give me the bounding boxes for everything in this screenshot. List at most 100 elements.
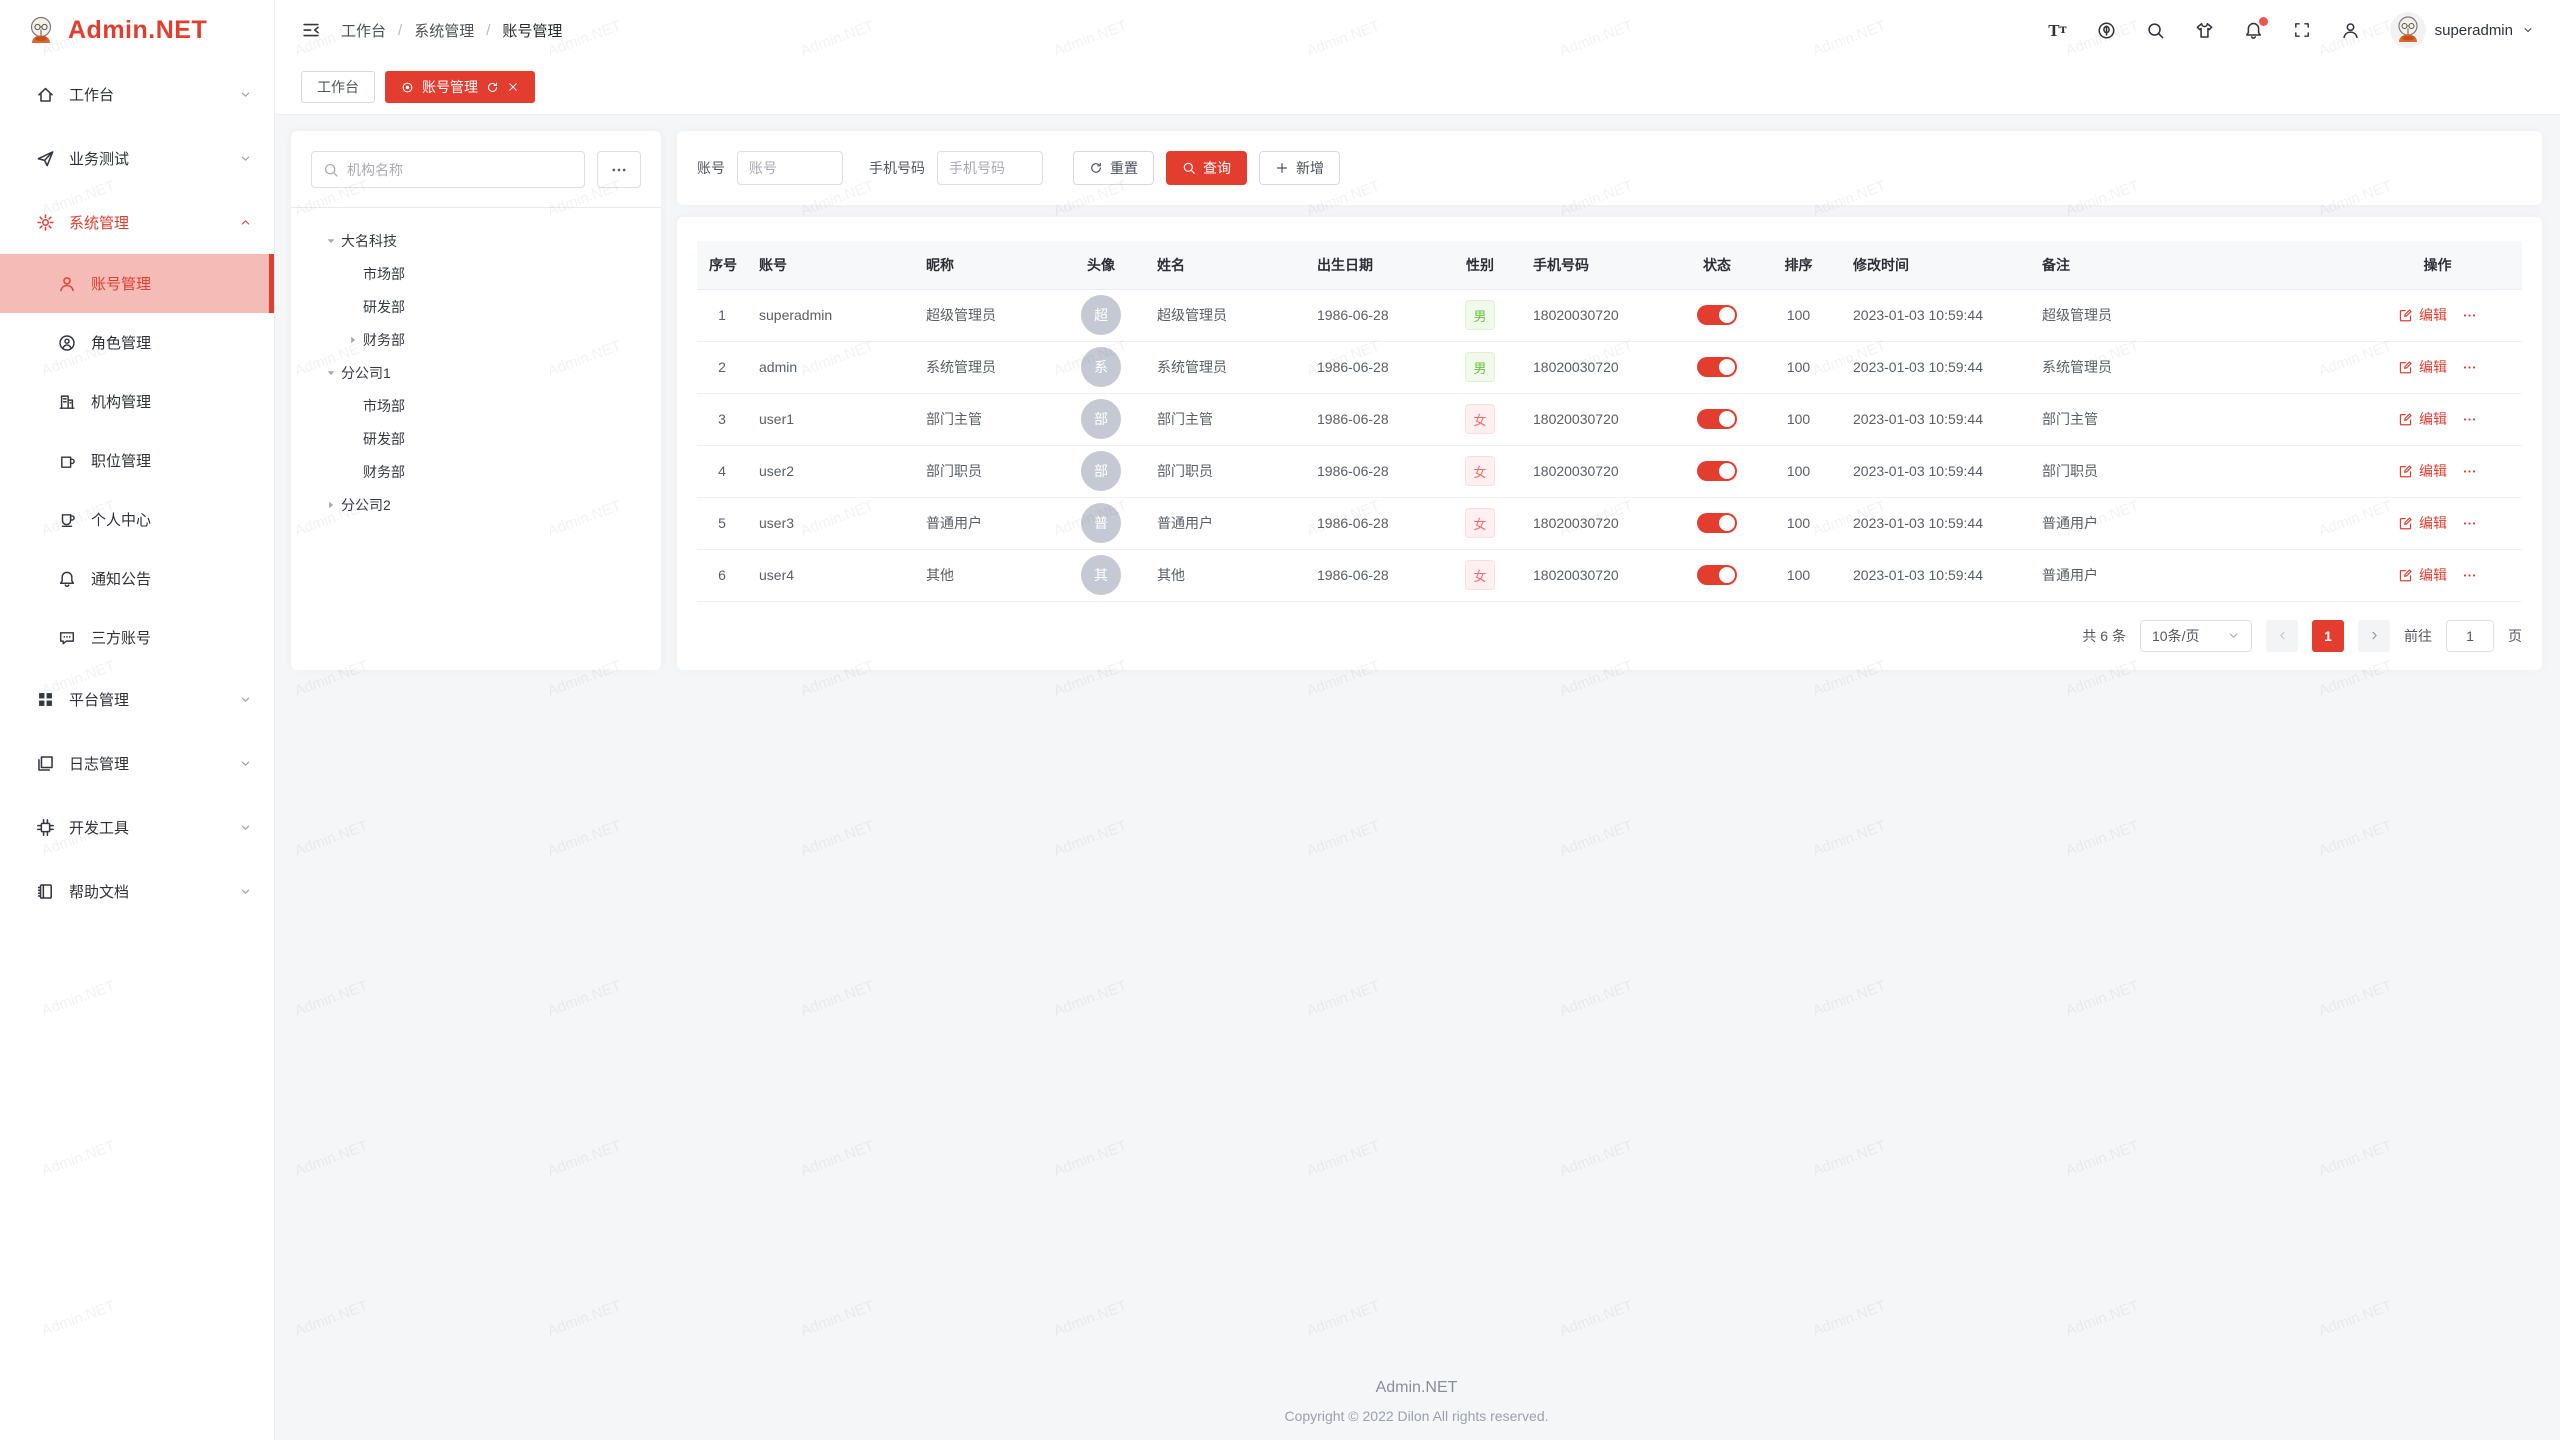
org-search-placeholder: 机构名称 <box>347 160 403 180</box>
font-size-icon[interactable]: Tт <box>2048 22 2066 39</box>
name-cell: 超级管理员 <box>1145 289 1305 341</box>
tree-more-button[interactable] <box>597 151 641 188</box>
more-actions-button[interactable] <box>2462 516 2477 531</box>
prev-page-button[interactable] <box>2266 620 2298 652</box>
menu-fold-icon[interactable] <box>301 20 321 40</box>
time-cell: 2023-01-03 10:59:44 <box>1841 497 2030 549</box>
status-toggle[interactable] <box>1697 565 1737 585</box>
search-field-input-account[interactable]: 账号 <box>737 151 843 185</box>
search-field-input-phone[interactable]: 手机号码 <box>937 151 1043 185</box>
tree-node[interactable]: 研发部 <box>311 422 641 455</box>
tree-node[interactable]: 市场部 <box>311 257 641 290</box>
org-search-input[interactable]: 机构名称 <box>311 151 585 188</box>
status-toggle[interactable] <box>1697 305 1737 325</box>
tree-node[interactable]: 市场部 <box>311 389 641 422</box>
remark-cell: 普通用户 <box>2030 549 2369 601</box>
gender-badge: 男 <box>1465 300 1495 330</box>
tab-refresh-icon[interactable] <box>486 81 499 94</box>
edit-button[interactable]: 编辑 <box>2398 461 2447 481</box>
ops-cell: 编辑 <box>2369 289 2506 341</box>
no-cell: 6 <box>697 549 747 601</box>
tree-node[interactable]: 分公司1 <box>311 356 641 389</box>
status-toggle[interactable] <box>1697 513 1737 533</box>
chat-icon <box>58 629 76 647</box>
language-icon[interactable] <box>2097 21 2116 40</box>
theme-icon[interactable] <box>2195 21 2214 40</box>
breadcrumb-item[interactable]: 工作台 <box>341 20 386 41</box>
edit-button[interactable]: 编辑 <box>2398 565 2447 585</box>
avatar: 其 <box>1081 555 1121 595</box>
caret-right-icon[interactable] <box>321 499 341 511</box>
record-dot-icon <box>401 81 414 94</box>
tree-node[interactable]: 财务部 <box>311 455 641 488</box>
nick-cell: 其他 <box>914 549 1057 601</box>
tab-label: 账号管理 <box>422 77 478 97</box>
sidebar-item-system[interactable]: 系统管理 <box>0 190 274 254</box>
user-menu[interactable]: superadmin <box>2390 12 2534 48</box>
status-cell <box>1678 497 1756 549</box>
more-actions-button[interactable] <box>2462 308 2477 323</box>
footer: Admin.NET Copyright © 2022 Dilon All rig… <box>291 1361 2542 1440</box>
book-icon <box>36 882 55 901</box>
nick-cell: 普通用户 <box>914 497 1057 549</box>
tree-node[interactable]: 大名科技 <box>311 224 641 257</box>
home-icon <box>36 85 55 104</box>
more-actions-button[interactable] <box>2462 568 2477 583</box>
caret-right-icon <box>347 334 359 346</box>
input-placeholder: 账号 <box>749 158 777 178</box>
breadcrumb-item[interactable]: 系统管理 <box>414 20 474 41</box>
tree-node[interactable]: 分公司2 <box>311 488 641 521</box>
query-button[interactable]: 查询 <box>1166 151 1247 185</box>
more-actions-button[interactable] <box>2462 360 2477 375</box>
sidebar-item-biz-test[interactable]: 业务测试 <box>0 126 274 190</box>
more-actions-button[interactable] <box>2462 464 2477 479</box>
sidebar-item-workbench[interactable]: 工作台 <box>0 62 274 126</box>
sidebar-item-profile[interactable]: 个人中心 <box>0 490 274 549</box>
plus-icon <box>1275 161 1289 175</box>
tab-close-icon[interactable] <box>507 81 519 93</box>
no-cell: 4 <box>697 445 747 497</box>
notification-icon[interactable] <box>2244 21 2263 40</box>
edit-button[interactable]: 编辑 <box>2398 409 2447 429</box>
edit-button[interactable]: 编辑 <box>2398 357 2447 377</box>
caret-down-icon[interactable] <box>321 367 341 379</box>
sidebar-item-third-account[interactable]: 三方账号 <box>0 608 274 667</box>
status-toggle[interactable] <box>1697 357 1737 377</box>
position-icon <box>58 451 77 470</box>
sidebar-item-docs[interactable]: 帮助文档 <box>0 859 274 923</box>
sidebar-item-org[interactable]: 机构管理 <box>0 372 274 431</box>
page-size-select[interactable]: 10条/页 <box>2140 620 2252 652</box>
table-row: 3user1部门主管部部门主管1986-06-28女18020030720100… <box>697 393 2522 445</box>
tree-node[interactable]: 研发部 <box>311 290 641 323</box>
caret-right-icon[interactable] <box>343 334 363 346</box>
fullscreen-icon[interactable] <box>2293 21 2311 39</box>
sidebar-item-account[interactable]: 账号管理 <box>0 254 274 313</box>
reset-button[interactable]: 重置 <box>1073 151 1154 185</box>
more-actions-button[interactable] <box>2462 412 2477 427</box>
api-user-icon[interactable] <box>2341 21 2360 40</box>
breadcrumb-item[interactable]: 账号管理 <box>502 20 562 41</box>
search-icon[interactable] <box>2146 21 2165 40</box>
status-toggle[interactable] <box>1697 461 1737 481</box>
sidebar-item-devtools[interactable]: 开发工具 <box>0 795 274 859</box>
next-page-button[interactable] <box>2358 620 2390 652</box>
tree-node[interactable]: 财务部 <box>311 323 641 356</box>
sidebar-item-role[interactable]: 角色管理 <box>0 313 274 372</box>
sidebar-item-platform[interactable]: 平台管理 <box>0 667 274 731</box>
tab-工作台[interactable]: 工作台 <box>301 71 375 103</box>
current-page-button[interactable]: 1 <box>2312 620 2344 652</box>
goto-page-input[interactable]: 1 <box>2446 620 2494 652</box>
add-button[interactable]: 新增 <box>1259 151 1340 185</box>
sidebar-item-position[interactable]: 职位管理 <box>0 431 274 490</box>
sidebar-item-logs[interactable]: 日志管理 <box>0 731 274 795</box>
caret-down-icon[interactable] <box>321 235 341 247</box>
divider <box>291 207 661 208</box>
ops-cell: 编辑 <box>2369 497 2506 549</box>
sidebar-item-notice[interactable]: 通知公告 <box>0 549 274 608</box>
edit-button[interactable]: 编辑 <box>2398 513 2447 533</box>
tab-账号管理[interactable]: 账号管理 <box>385 71 535 103</box>
edit-button[interactable]: 编辑 <box>2398 305 2447 325</box>
position-icon <box>58 452 76 470</box>
status-toggle[interactable] <box>1697 409 1737 429</box>
avatar: 普 <box>1081 503 1121 543</box>
